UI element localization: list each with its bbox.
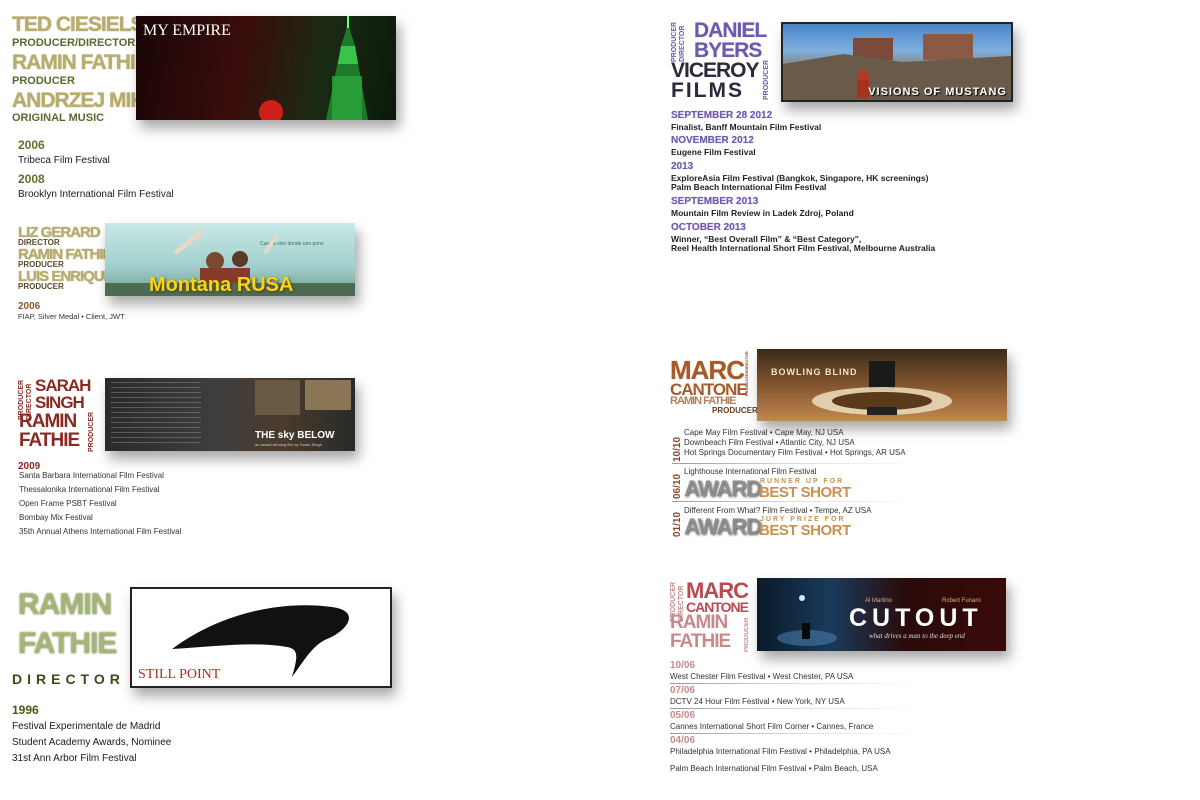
festival-name: 31st Ann Arbor Film Festival (12, 753, 137, 764)
banner-title: CUTOUT (849, 604, 983, 632)
banner-title: BOWLING BLIND (771, 367, 858, 377)
company-name: FILMS (671, 79, 744, 102)
festival-name: Thessalonika International Film Festival (19, 485, 160, 494)
credit-name: DANIEL (694, 19, 767, 42)
screening-text: Palm Beach International Film Festival •… (670, 764, 878, 773)
credit-name: SINGH (35, 393, 85, 412)
banner-subtitle: an award winning film by Sarah Singh (255, 442, 322, 447)
screening-date: 01/10 (672, 511, 683, 537)
festival-year: 2006 (18, 138, 45, 152)
film-still (305, 380, 351, 410)
credit-name: RAMIN (19, 411, 77, 432)
screening-text: Downbeach Film Festival • Atlantic City,… (684, 438, 855, 447)
screening-text: Cape May Film Festival • Cape May, NJ US… (684, 428, 844, 437)
festival-name: Brooklyn International Film Festival (18, 189, 174, 200)
credit-role: ORIGINAL MUSIC (12, 112, 105, 124)
festival-name: Santa Barbara International Film Festiva… (19, 471, 164, 480)
vertical-role: PRODUCER (744, 617, 750, 652)
vertical-role: PRODUCER/DIRECTOR (744, 351, 749, 396)
screening-text: West Chester Film Festival • West Cheste… (670, 672, 854, 681)
cutout-banner[interactable]: Al Martino Robert Funaro CUTOUT what dri… (757, 578, 1006, 651)
festival-name: Open Frame PSBT Festival (19, 499, 117, 508)
credit-name: RAMIN FATHIE (12, 51, 149, 74)
festival-year: 1996 (12, 703, 39, 717)
screening-date: 07/06 (670, 685, 696, 696)
screening-date: 10/06 (670, 660, 696, 671)
banner-title: Montana RUSA (149, 274, 294, 296)
festival-year: 2008 (18, 172, 45, 186)
event-date: OCTOBER 2013 (671, 222, 746, 233)
banner-title: VISIONS OF MUSTANG (868, 86, 1007, 98)
divider (670, 708, 925, 709)
press-quotes (111, 382, 201, 447)
my-empire-banner[interactable]: MY EMPIRE (136, 16, 396, 120)
event-date: 2013 (671, 161, 694, 172)
company-name: VICEROY (671, 59, 760, 82)
festival-name: Bombay Mix Festival (19, 513, 93, 522)
credit-role: DIRECTOR (12, 671, 125, 687)
banner-tagline: what drives a man to the deep end (869, 632, 965, 640)
festival-name: Tribeca Film Festival (18, 155, 110, 166)
screening-date: 05/06 (670, 710, 696, 721)
festival-name: Festival Experimentale de Madrid (12, 721, 161, 732)
event-text: Finalist, Banff Mountain Film Festival (671, 122, 822, 132)
festival-list: Santa Barbara International Film Festiva… (19, 470, 181, 540)
visions-of-mustang-banner[interactable]: VISIONS OF MUSTANG (781, 22, 1013, 102)
montana-rusa-banner[interactable]: Cuesta vivir donde uno pone Montana RUSA (105, 223, 355, 296)
screening-date: 04/06 (670, 735, 696, 746)
screening-text: Hot Springs Documentary Film Festival • … (684, 448, 906, 457)
divider (670, 733, 925, 734)
credit-role: PRODUCER (12, 75, 75, 87)
vertical-role: PRODUCER (88, 411, 95, 452)
screening-text: Philadelphia International Film Festival… (670, 747, 891, 756)
divider (672, 501, 922, 502)
screening-date: 10/10 (672, 436, 683, 462)
credit-role: PRODUCER/DIRECTOR (12, 37, 136, 49)
film-still (255, 380, 300, 415)
award-label: AWARD (684, 476, 762, 501)
credit-name: RAMIN (670, 612, 728, 633)
screening-text: Cannes International Short Film Corner •… (670, 722, 874, 731)
festival-name: Student Academy Awards, Nominee (12, 737, 172, 748)
event-text: Eugene Film Festival (671, 147, 756, 157)
vertical-role: PRODUCER (763, 59, 770, 100)
bowling-blind-banner[interactable]: BOWLING BLIND (757, 349, 1007, 421)
credit-name: SARAH (35, 376, 91, 395)
credit-name: BYERS (694, 39, 762, 62)
festival-list: Festival Experimentale de Madrid Student… (12, 719, 171, 767)
banner-title: THE sky BELOW (255, 430, 335, 441)
vertical-role: PRODUCER (671, 21, 678, 62)
divider (672, 463, 922, 464)
still-point-banner[interactable]: STILL POINT (130, 587, 392, 688)
credit-name: FATHIE (19, 430, 80, 451)
festival-name: 35th Annual Athens International Film Fe… (19, 527, 182, 536)
vertical-role: DIRECTOR (679, 25, 686, 62)
credit-name: FATHIE (18, 627, 117, 660)
award-category: BEST SHORT (759, 522, 851, 539)
award-text: FIAP, Silver Medal • Client, JWT (18, 312, 125, 321)
divider (670, 683, 925, 684)
event-date: SEPTEMBER 28 2012 (671, 110, 773, 121)
banner-title: STILL POINT (138, 667, 221, 682)
sky-below-banner[interactable]: THE sky BELOW an award winning film by S… (105, 378, 355, 451)
empire-state-building-image (259, 16, 368, 120)
award-label: AWARD (684, 514, 762, 539)
event-text: Reel Health International Short Film Fes… (671, 243, 936, 253)
screening-date: 06/10 (672, 473, 683, 499)
screening-text: DCTV 24 Hour Film Festival • New York, N… (670, 697, 845, 706)
screening-list: Cape May Film Festival • Cape May, NJ US… (684, 428, 906, 458)
event-date: NOVEMBER 2012 (671, 135, 754, 146)
event-text: Mountain Film Review in Ladek Zdroj, Pol… (671, 208, 854, 218)
event-text: Palm Beach International Film Festival (671, 182, 827, 192)
event-date: SEPTEMBER 2013 (671, 196, 759, 207)
award-category: BEST SHORT (759, 484, 851, 501)
credit-name: RAMIN (18, 588, 112, 621)
screening-list: 10/06 West Chester Film Festival • West … (670, 660, 925, 774)
credit-role: PRODUCER (18, 282, 64, 291)
credit-role: PRODUCER (712, 406, 758, 415)
bowling-lane-image (812, 361, 952, 415)
credit-name: FATHIE (670, 631, 731, 652)
